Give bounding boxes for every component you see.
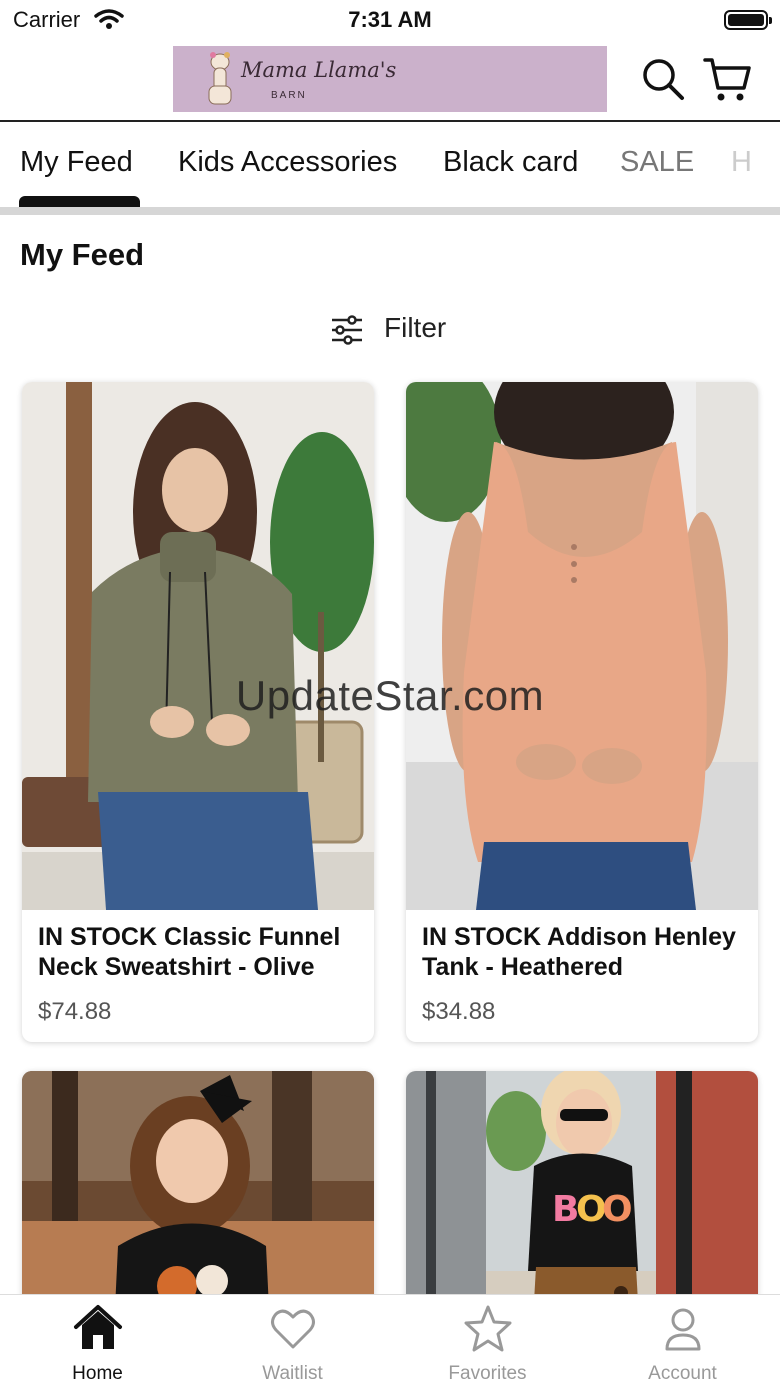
app-header: Mama Llama's BARN — [0, 40, 780, 122]
tabs-divider — [0, 207, 780, 215]
store-logo[interactable]: Mama Llama's BARN — [173, 46, 607, 112]
tab-black-card[interactable]: Black card — [443, 146, 578, 179]
tab-kids-accessories[interactable]: Kids Accessories — [178, 146, 397, 179]
product-price: $74.88 — [38, 998, 112, 1025]
llama-logo-icon — [208, 52, 232, 105]
tab-overflow[interactable]: H — [731, 146, 752, 179]
nav-home[interactable]: Home — [0, 1295, 195, 1387]
filter-button[interactable]: Filter — [330, 310, 460, 350]
star-icon — [464, 1305, 512, 1352]
filter-label: Filter — [384, 312, 447, 343]
svg-text:O: O — [602, 1189, 633, 1230]
product-image — [22, 382, 374, 910]
nav-label: Home — [72, 1363, 123, 1384]
search-icon[interactable] — [640, 56, 686, 102]
heart-icon — [271, 1309, 315, 1349]
nav-label: Favorites — [448, 1363, 527, 1384]
category-tabs: My Feed Kids Accessories Black card SALE… — [0, 124, 780, 208]
battery-icon — [724, 10, 772, 30]
home-icon — [74, 1305, 122, 1349]
nav-waitlist[interactable]: Waitlist — [195, 1295, 390, 1387]
tab-sale[interactable]: SALE — [620, 146, 694, 179]
product-name: IN STOCK Classic Funnel Neck Sweatshirt … — [38, 923, 341, 981]
product-image — [406, 382, 758, 910]
sliders-icon — [332, 315, 362, 345]
person-icon — [665, 1308, 701, 1351]
tab-my-feed[interactable]: My Feed — [20, 146, 133, 179]
product-name: IN STOCK Addison Henley Tank - Heathered — [422, 923, 736, 981]
bottom-nav: Home Waitlist Favorites Account — [0, 1294, 780, 1387]
logo-sub-text: BARN — [271, 90, 307, 101]
status-bar: Carrier 7:31 AM — [0, 0, 780, 40]
nav-label: Account — [648, 1363, 717, 1384]
clock: 7:31 AM — [348, 7, 432, 32]
page-title: My Feed — [20, 237, 145, 272]
cart-icon[interactable] — [702, 54, 752, 104]
nav-label: Waitlist — [262, 1363, 323, 1384]
nav-account[interactable]: Account — [585, 1295, 780, 1387]
product-price: $34.88 — [422, 998, 496, 1025]
watermark: UpdateStar.com — [235, 672, 545, 719]
nav-favorites[interactable]: Favorites — [390, 1295, 585, 1387]
logo-script-text: Mama Llama's — [241, 58, 397, 82]
